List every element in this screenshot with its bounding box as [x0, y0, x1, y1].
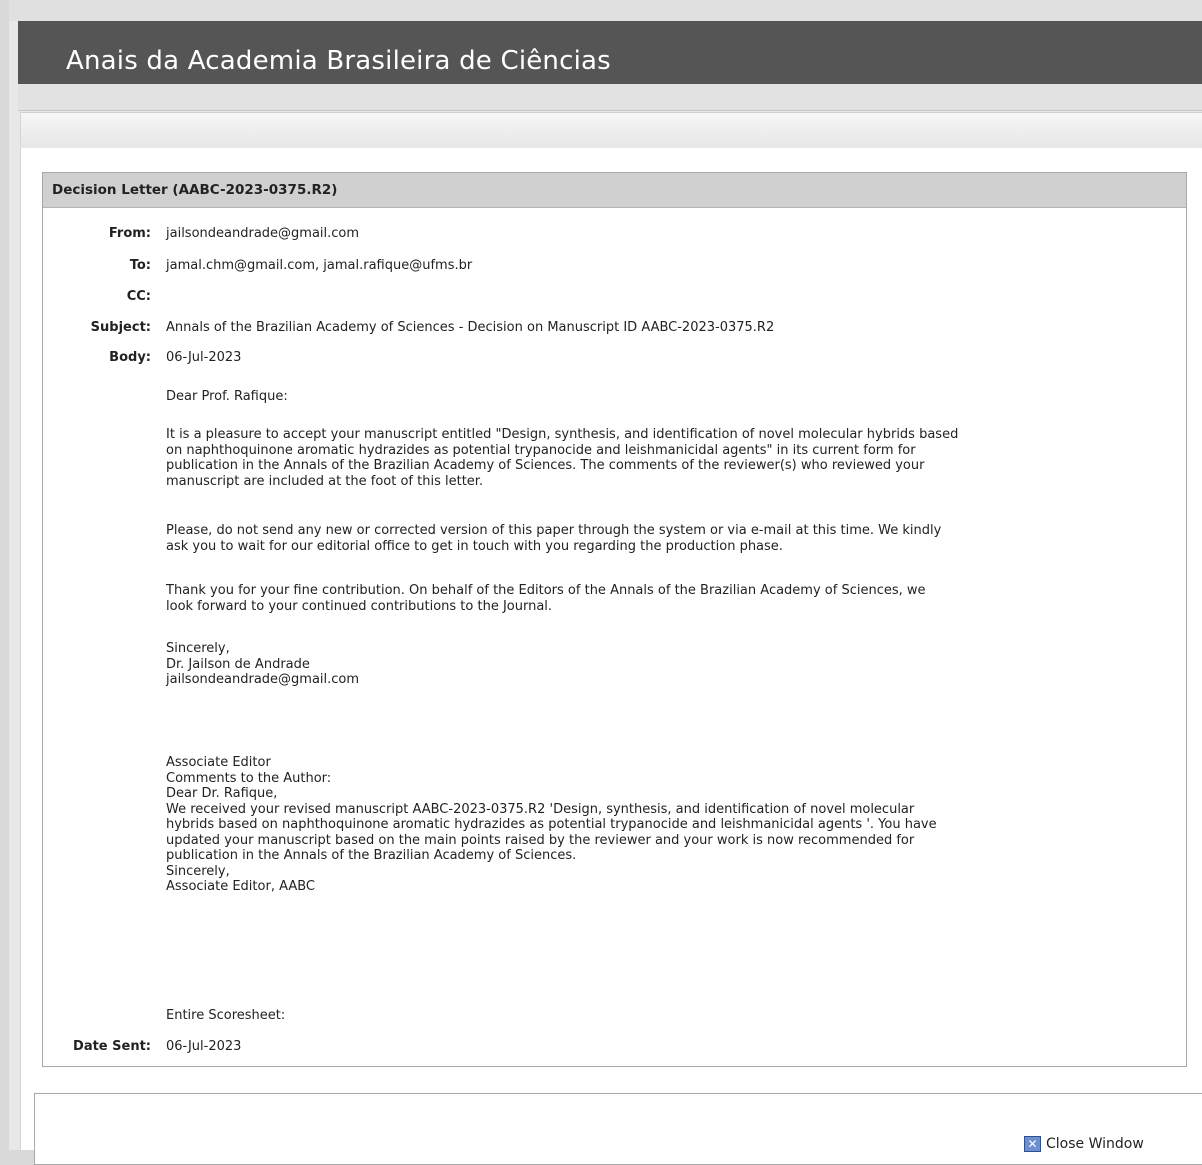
- to-value: jamal.chm@gmail.com, jamal.rafique@ufms.…: [166, 258, 473, 273]
- thanks-paragraph: Thank you for your fine contribution. On…: [166, 583, 926, 614]
- cc-label: CC:: [126, 289, 151, 304]
- subject-value: Annals of the Brazilian Academy of Scien…: [166, 320, 775, 335]
- to-label: To:: [129, 258, 151, 273]
- editor-comments: Associate Editor Comments to the Author:…: [166, 755, 937, 894]
- acceptance-paragraph: It is a pleasure to accept your manuscri…: [166, 427, 959, 489]
- date-sent-label: Date Sent:: [73, 1039, 151, 1054]
- footer-panel: [34, 1093, 1202, 1165]
- date-sent-value: 06-Jul-2023: [166, 1039, 242, 1054]
- top-gap: [9, 0, 1202, 21]
- letter-heading: Decision Letter (AABC-2023-0375.R2): [43, 173, 1186, 208]
- decision-letter-panel: Decision Letter (AABC-2023-0375.R2) From…: [42, 172, 1187, 1067]
- scoresheet-label: Entire Scoresheet:: [166, 1008, 286, 1023]
- instructions-paragraph: Please, do not send any new or corrected…: [166, 523, 942, 554]
- from-label: From:: [108, 226, 151, 241]
- from-value: jailsondeandrade@gmail.com: [166, 226, 360, 241]
- salutation: Dear Prof. Rafique:: [166, 389, 288, 404]
- signature-block: Sincerely, Dr. Jailson de Andrade jailso…: [166, 641, 360, 687]
- app-title: Anais da Academia Brasileira de Ciências: [66, 46, 611, 76]
- header-divider: [18, 84, 1202, 111]
- body-date: 06-Jul-2023: [166, 350, 242, 365]
- toolbar-strip: [20, 112, 1202, 147]
- body-label: Body:: [109, 350, 151, 365]
- subject-label: Subject:: [90, 320, 151, 335]
